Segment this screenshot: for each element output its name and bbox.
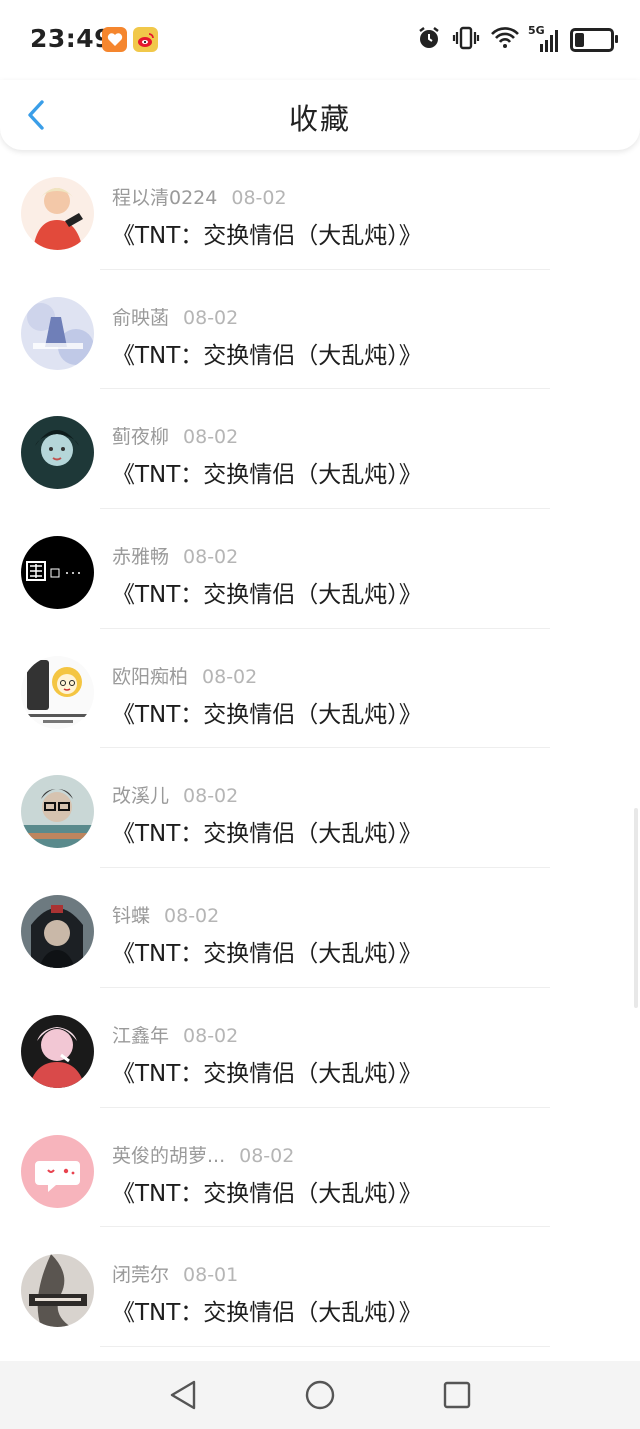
work-title: 《TNT：交换情侣（大乱炖）》	[112, 701, 422, 728]
work-title: 《TNT：交换情侣（大乱炖）》	[112, 462, 422, 489]
avatar[interactable]	[21, 1014, 94, 1088]
signal-icon: 5G	[528, 24, 560, 54]
post-date: 08-02	[183, 426, 239, 449]
status-bar: 23:49 5G	[0, 0, 640, 80]
home-circle-icon	[305, 1380, 335, 1410]
list-item[interactable]: 俞映菡 08-02 《TNT：交换情侣（大乱炖）》	[0, 270, 640, 390]
avatar[interactable]	[21, 1134, 94, 1208]
post-date: 08-02	[164, 905, 220, 928]
post-date: 08-02	[231, 187, 287, 209]
avatar[interactable]	[21, 895, 94, 969]
avatar[interactable]	[21, 296, 94, 370]
author-name: 英俊的胡萝...	[112, 1144, 226, 1167]
list-item[interactable]: 英俊的胡萝... 08-02 《TNT：交换情侣（大乱炖）》	[0, 1108, 640, 1228]
alarm-icon	[416, 25, 442, 55]
recent-square-icon	[443, 1381, 471, 1409]
status-time: 23:49	[30, 24, 113, 53]
scrollbar[interactable]	[634, 808, 638, 1008]
work-title: 《TNT：交换情侣（大乱炖）》	[112, 1300, 422, 1327]
work-title: 《TNT：交换情侣（大乱炖）》	[112, 342, 422, 369]
navigation-bar	[0, 1361, 640, 1429]
author-name: 赤雅畅	[112, 546, 170, 569]
post-date: 08-02	[202, 665, 258, 688]
heart-app-icon	[102, 27, 127, 52]
battery-icon	[570, 28, 618, 52]
avatar[interactable]	[21, 177, 94, 250]
list-item[interactable]: 蓟夜柳 08-02 《TNT：交换情侣（大乱炖）》	[0, 389, 640, 510]
nav-home-button[interactable]	[304, 1379, 336, 1411]
list-item[interactable]: 改溪儿 08-02 《TNT：交换情侣（大乱炖）》	[0, 748, 640, 869]
post-date: 08-02	[183, 546, 239, 569]
author-name: 闭莞尔	[112, 1264, 170, 1287]
avatar[interactable]	[21, 536, 94, 610]
avatar[interactable]	[21, 416, 94, 490]
work-title: 《TNT：交换情侣（大乱炖）》	[112, 941, 422, 968]
work-title: 《TNT：交换情侣（大乱炖）》	[112, 821, 422, 848]
author-name: 欧阳痴柏	[112, 665, 189, 688]
post-date: 08-02	[183, 306, 239, 329]
vibrate-icon	[452, 25, 480, 55]
post-date: 08-02	[183, 1024, 239, 1047]
list-item[interactable]: 钭蝶 08-02 《TNT：交换情侣（大乱炖）》	[0, 868, 640, 988]
author-name: 俞映菡	[112, 306, 170, 329]
author-name: 改溪儿	[112, 785, 170, 808]
list-item[interactable]: 赤雅畅 08-02 《TNT：交换情侣（大乱炖）》	[0, 509, 640, 629]
wifi-icon	[490, 25, 520, 55]
list-item[interactable]: 欧阳痴柏 08-02 《TNT：交换情侣（大乱炖）》	[0, 629, 640, 749]
post-date: 08-02	[239, 1144, 295, 1167]
favorites-list: 程以清0224 08-02 《TNT：交换情侣（大乱炖）》 俞映菡 08-02 《T…	[0, 150, 640, 1347]
author-name: 蓟夜柳	[112, 426, 170, 449]
work-title: 《TNT：交换情侣（大乱炖）》	[112, 1060, 422, 1087]
author-name: 程以清0224	[112, 187, 218, 209]
work-title: 《TNT：交换情侣（大乱炖）》	[112, 223, 422, 249]
divider	[100, 1345, 550, 1347]
page-title: 收藏	[288, 102, 351, 136]
list-item[interactable]: 江鑫年 08-02 《TNT：交换情侣（大乱炖）》	[0, 988, 640, 1108]
post-date: 08-02	[183, 785, 239, 808]
author-name: 钭蝶	[112, 905, 151, 928]
nav-recent-button[interactable]	[441, 1379, 473, 1411]
avatar[interactable]	[21, 1254, 94, 1328]
list-item[interactable]: 闭莞尔 08-01 《TNT：交换情侣（大乱炖）》	[0, 1227, 640, 1347]
nav-back-button[interactable]	[168, 1379, 200, 1411]
work-title: 《TNT：交换情侣（大乱炖）》	[112, 582, 422, 609]
header-bar: 收藏	[0, 80, 640, 150]
work-title: 《TNT：交换情侣（大乱炖）》	[112, 1180, 422, 1207]
back-triangle-icon	[170, 1380, 196, 1410]
post-date: 08-01	[183, 1264, 239, 1287]
list-item[interactable]: 程以清0224 08-02 《TNT：交换情侣（大乱炖）》	[0, 150, 640, 270]
author-name: 江鑫年	[112, 1024, 170, 1047]
weibo-icon	[133, 27, 158, 52]
avatar[interactable]	[21, 775, 94, 849]
avatar[interactable]	[21, 655, 94, 729]
